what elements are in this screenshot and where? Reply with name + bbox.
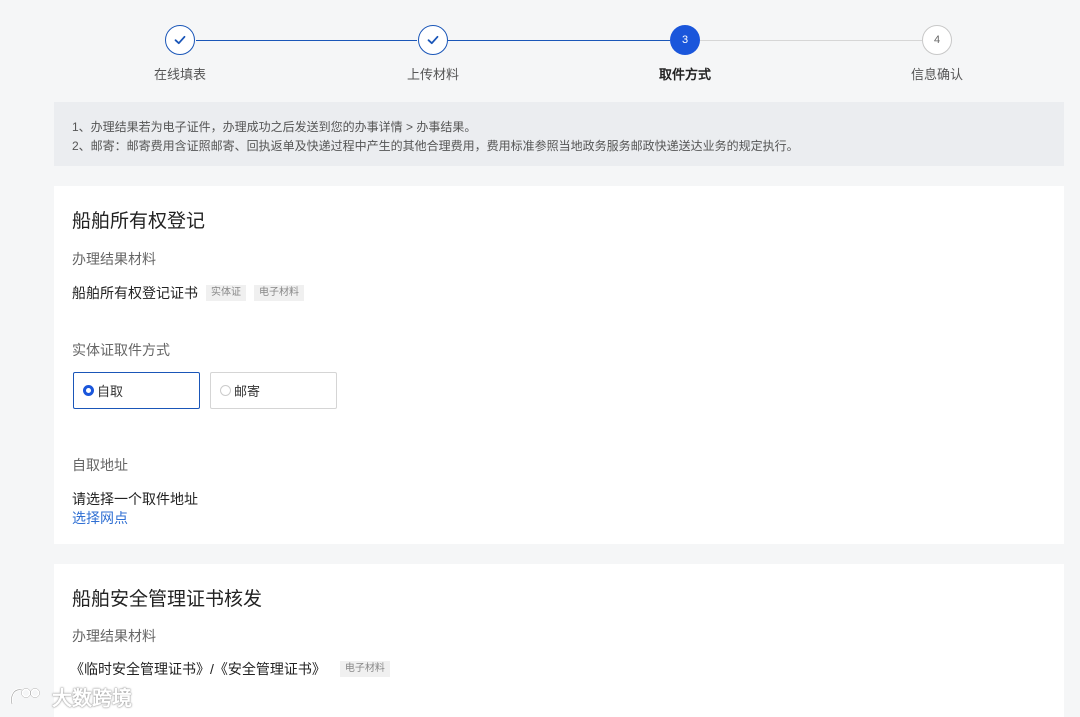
step-2-check-icon — [418, 25, 448, 55]
materials-label: 办理结果材料 — [72, 628, 156, 644]
step-connector — [448, 40, 670, 41]
step-connector — [196, 40, 417, 41]
pickup-method-label: 实体证取件方式 — [72, 342, 170, 358]
step-connector — [700, 40, 922, 41]
pickup-option-self[interactable]: 自取 — [73, 372, 200, 409]
watermark: 大数跨境 — [8, 682, 132, 711]
card-title: 船舶安全管理证书核发 — [72, 589, 263, 610]
option-label: 邮寄 — [234, 384, 261, 399]
service-card-ship-ownership: 船舶所有权登记 办理结果材料 船舶所有权登记证书 实体证 电子材料 实体证取件方… — [54, 186, 1064, 544]
material-row: 《临时安全管理证书》/《安全管理证书》 电子材料 — [70, 659, 390, 679]
option-label: 自取 — [97, 384, 124, 399]
notice-line-1: 1、办理结果若为电子证件，办理成功之后发送到您的办事详情 > 办事结果。 — [72, 120, 477, 134]
radio-selected-icon[interactable] — [83, 385, 94, 396]
address-prompt: 请选择一个取件地址 — [72, 491, 198, 507]
choose-outlet-link[interactable]: 选择网点 — [72, 508, 128, 528]
address-label: 自取地址 — [72, 457, 128, 473]
material-name: 《临时安全管理证书》/《安全管理证书》 — [70, 661, 326, 677]
pickup-option-mail[interactable]: 邮寄 — [210, 372, 337, 409]
notice-line-2: 2、邮寄：邮寄费用含证照邮寄、回执返单及快递过程中产生的其他合理费用，费用标准参… — [72, 139, 799, 153]
step-1-check-icon — [165, 25, 195, 55]
notice-box: 1、办理结果若为电子证件，办理成功之后发送到您的办事详情 > 办事结果。 2、邮… — [54, 102, 1064, 166]
step-3-label: 取件方式 — [658, 67, 711, 82]
step-progress: 3 4 在线填表 上传材料 取件方式 信息确认 — [0, 0, 1080, 100]
step-4-number: 4 — [922, 25, 952, 55]
page: 3 4 在线填表 上传材料 取件方式 信息确认 1、办理结果若为电子证件，办理成… — [0, 0, 1080, 717]
step-4-label: 信息确认 — [910, 67, 963, 82]
material-name: 船舶所有权登记证书 — [72, 285, 198, 301]
material-row: 船舶所有权登记证书 实体证 电子材料 — [72, 283, 304, 303]
tag-electronic: 电子材料 — [339, 661, 390, 677]
watermark-logo-icon — [10, 687, 40, 704]
tag-physical: 实体证 — [206, 285, 246, 301]
step-2-label: 上传材料 — [406, 67, 459, 82]
materials-label: 办理结果材料 — [72, 251, 156, 267]
service-card-ship-safety: 船舶安全管理证书核发 办理结果材料 《临时安全管理证书》/《安全管理证书》 电子… — [54, 564, 1064, 717]
step-1-label: 在线填表 — [153, 67, 206, 82]
step-3-number: 3 — [670, 25, 700, 55]
card-title: 船舶所有权登记 — [72, 211, 206, 232]
tag-electronic: 电子材料 — [254, 285, 304, 301]
watermark-text: 大数跨境 — [52, 688, 132, 710]
radio-unselected-icon[interactable] — [220, 385, 231, 396]
